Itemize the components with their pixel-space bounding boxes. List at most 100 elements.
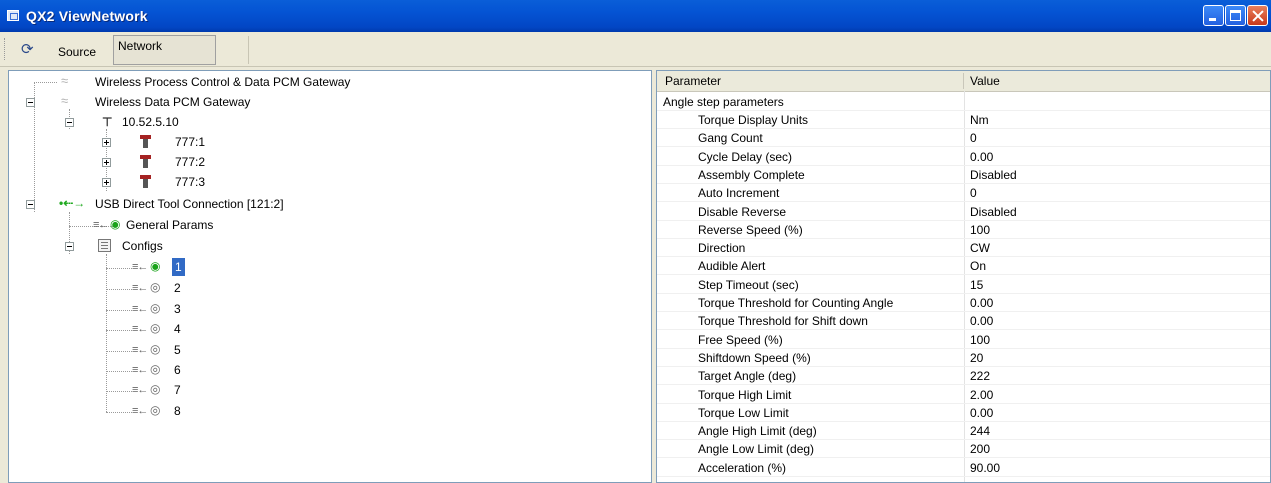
tree-node-general-params[interactable]: ≡← ◉ General Params xyxy=(9,216,609,234)
grid-row[interactable]: Torque Threshold for Counting Angle 0.00 xyxy=(657,294,1270,312)
grid-row[interactable]: Angle Low Limit (deg) 200 xyxy=(657,440,1270,459)
inactive-status-icon: ◎ xyxy=(150,403,161,417)
parameter-value[interactable]: 0.00 xyxy=(970,294,993,312)
grid-row[interactable]: Gang Count 0 xyxy=(657,129,1270,148)
parameter-name: Assembly Complete xyxy=(698,167,805,182)
tree-node-label: 1 xyxy=(172,258,185,276)
minimize-button[interactable] xyxy=(1203,5,1224,26)
parameter-value[interactable]: 100 xyxy=(970,331,990,349)
close-button[interactable] xyxy=(1247,5,1268,26)
grid-row[interactable]: Cycle Delay (sec) 0.00 xyxy=(657,148,1270,166)
tree-node-config-4[interactable]: ≡← ◎ 4 xyxy=(9,320,609,338)
grid-row[interactable]: Torque Threshold for Shift down 0.00 xyxy=(657,312,1270,331)
parameter-name: Disable Reverse xyxy=(698,204,787,219)
grid-row[interactable]: Step Timeout (sec) 15 xyxy=(657,276,1270,294)
tree-node-config-8[interactable]: ≡← ◎ 8 xyxy=(9,402,609,420)
tree-node-config-7[interactable]: ≡← ◎ 7 xyxy=(9,381,609,399)
params-icon: ≡← xyxy=(132,344,148,356)
parameter-value[interactable]: 15 xyxy=(970,276,983,294)
network-tree[interactable]: ≈ Wireless Process Control & Data PCM Ga… xyxy=(8,70,652,483)
grid-row[interactable]: Torque Display Units Nm xyxy=(657,111,1270,129)
parameter-value[interactable]: 244 xyxy=(970,422,990,440)
parameter-name: Audible Alert xyxy=(698,259,766,274)
parameter-value[interactable]: 20 xyxy=(970,349,983,367)
parameter-value[interactable]: 222 xyxy=(970,367,990,385)
usb-icon: •⇠→ xyxy=(59,196,86,210)
parameter-value[interactable]: Disabled xyxy=(970,166,1017,184)
collapse-icon[interactable] xyxy=(65,118,74,127)
tree-node-gateway-pcm-control[interactable]: ≈ Wireless Process Control & Data PCM Ga… xyxy=(9,73,609,91)
tree-node-label: 777:2 xyxy=(175,155,206,169)
grid-row[interactable]: Assembly Complete Disabled xyxy=(657,166,1270,184)
grid-header: Parameter Value xyxy=(657,71,1270,92)
grid-row[interactable]: Torque High Limit 2.00 xyxy=(657,386,1270,404)
collapse-icon[interactable] xyxy=(65,242,74,251)
maximize-button[interactable] xyxy=(1225,5,1246,26)
tree-node-label: 3 xyxy=(174,302,181,316)
parameter-name: Gang Count xyxy=(698,131,763,146)
network-field[interactable]: Network xyxy=(113,35,216,65)
parameter-value[interactable]: 0.00 xyxy=(970,312,993,330)
toolbar-separator xyxy=(248,36,249,64)
parameter-value[interactable]: 0.00 xyxy=(970,404,993,422)
collapse-icon[interactable] xyxy=(26,98,35,107)
grid-row[interactable]: Direction CW xyxy=(657,239,1270,258)
tree-node-config-6[interactable]: ≡← ◎ 6 xyxy=(9,361,609,379)
tree-node-label: USB Direct Tool Connection [121:2] xyxy=(95,197,284,211)
grid-row[interactable]: Reverse Speed (%) 100 xyxy=(657,221,1270,239)
tree-node-config-3[interactable]: ≡← ◎ 3 xyxy=(9,300,609,318)
grid-row[interactable]: Shiftdown Speed (%) 20 xyxy=(657,349,1270,367)
tree-node-label: 6 xyxy=(174,363,181,377)
app-icon xyxy=(7,10,19,21)
grid-row[interactable]: Free Speed (%) 100 xyxy=(657,331,1270,349)
column-header-value[interactable]: Value xyxy=(970,74,1000,88)
parameter-value[interactable]: On xyxy=(970,257,986,275)
grid-group-row[interactable]: Angle step parameters xyxy=(657,93,1270,111)
tree-node-config-2[interactable]: ≡← ◎ 2 xyxy=(9,279,609,297)
tree-node-usb-connection[interactable]: •⇠→ USB Direct Tool Connection [121:2] xyxy=(9,195,609,213)
tool-icon xyxy=(140,135,151,148)
refresh-icon[interactable]: ⟳ xyxy=(21,42,37,58)
parameter-value[interactable]: 2.00 xyxy=(970,386,993,404)
grid-row[interactable]: Angle High Limit (deg) 244 xyxy=(657,422,1270,441)
tree-node-tool-777-2[interactable]: 777:2 xyxy=(9,153,609,171)
grid-row[interactable]: Acceleration (%) 90.00 xyxy=(657,459,1270,477)
tree-node-config-5[interactable]: ≡← ◎ 5 xyxy=(9,341,609,359)
column-divider[interactable] xyxy=(963,73,964,89)
parameter-value[interactable]: 0 xyxy=(970,129,977,147)
title-bar[interactable]: QX2 ViewNetwork xyxy=(0,0,1271,32)
parameter-value[interactable]: 0 xyxy=(970,184,977,202)
expand-icon[interactable] xyxy=(102,158,111,167)
parameter-value[interactable]: Disabled xyxy=(970,203,1017,221)
window-title: QX2 ViewNetwork xyxy=(26,8,148,24)
tree-node-tool-777-3[interactable]: 777:3 xyxy=(9,173,609,191)
expand-icon[interactable] xyxy=(102,138,111,147)
wireless-icon: ≈ xyxy=(61,93,69,108)
grid-row[interactable]: Audible Alert On xyxy=(657,257,1270,276)
inactive-status-icon: ◎ xyxy=(150,382,161,396)
parameter-name: Torque High Limit xyxy=(698,387,792,402)
parameter-grid[interactable]: Parameter Value Angle step parameters To… xyxy=(656,70,1271,483)
params-icon: ≡← xyxy=(132,303,148,315)
parameter-value[interactable]: CW xyxy=(970,239,990,257)
tree-node-tool-777-1[interactable]: 777:1 xyxy=(9,133,609,151)
expand-icon[interactable] xyxy=(102,178,111,187)
tree-node-config-1[interactable]: ≡← ◉ 1 xyxy=(9,258,609,276)
tree-node-configs[interactable]: Configs xyxy=(9,237,609,255)
column-header-parameter[interactable]: Parameter xyxy=(665,74,721,88)
tree-node-ip[interactable]: ⊤ 10.52.5.10 xyxy=(9,113,609,131)
parameter-value[interactable]: 90.00 xyxy=(970,459,1000,477)
grid-row[interactable]: Torque Low Limit 0.00 xyxy=(657,404,1270,422)
tree-node-gateway-pcm-data[interactable]: ≈ Wireless Data PCM Gateway xyxy=(9,93,609,111)
parameter-value[interactable]: 200 xyxy=(970,440,990,458)
grid-row[interactable]: Target Angle (deg) 222 xyxy=(657,367,1270,386)
parameter-value[interactable]: Nm xyxy=(970,111,989,129)
params-icon: ≡← xyxy=(132,405,148,417)
parameter-value[interactable]: 100 xyxy=(970,221,990,239)
parameter-value[interactable]: 0.00 xyxy=(970,148,993,166)
toolbar-grip xyxy=(4,38,7,60)
source-button[interactable]: Source xyxy=(58,45,96,59)
grid-row[interactable]: Disable Reverse Disabled xyxy=(657,203,1270,221)
collapse-icon[interactable] xyxy=(26,200,35,209)
grid-row[interactable]: Auto Increment 0 xyxy=(657,184,1270,203)
